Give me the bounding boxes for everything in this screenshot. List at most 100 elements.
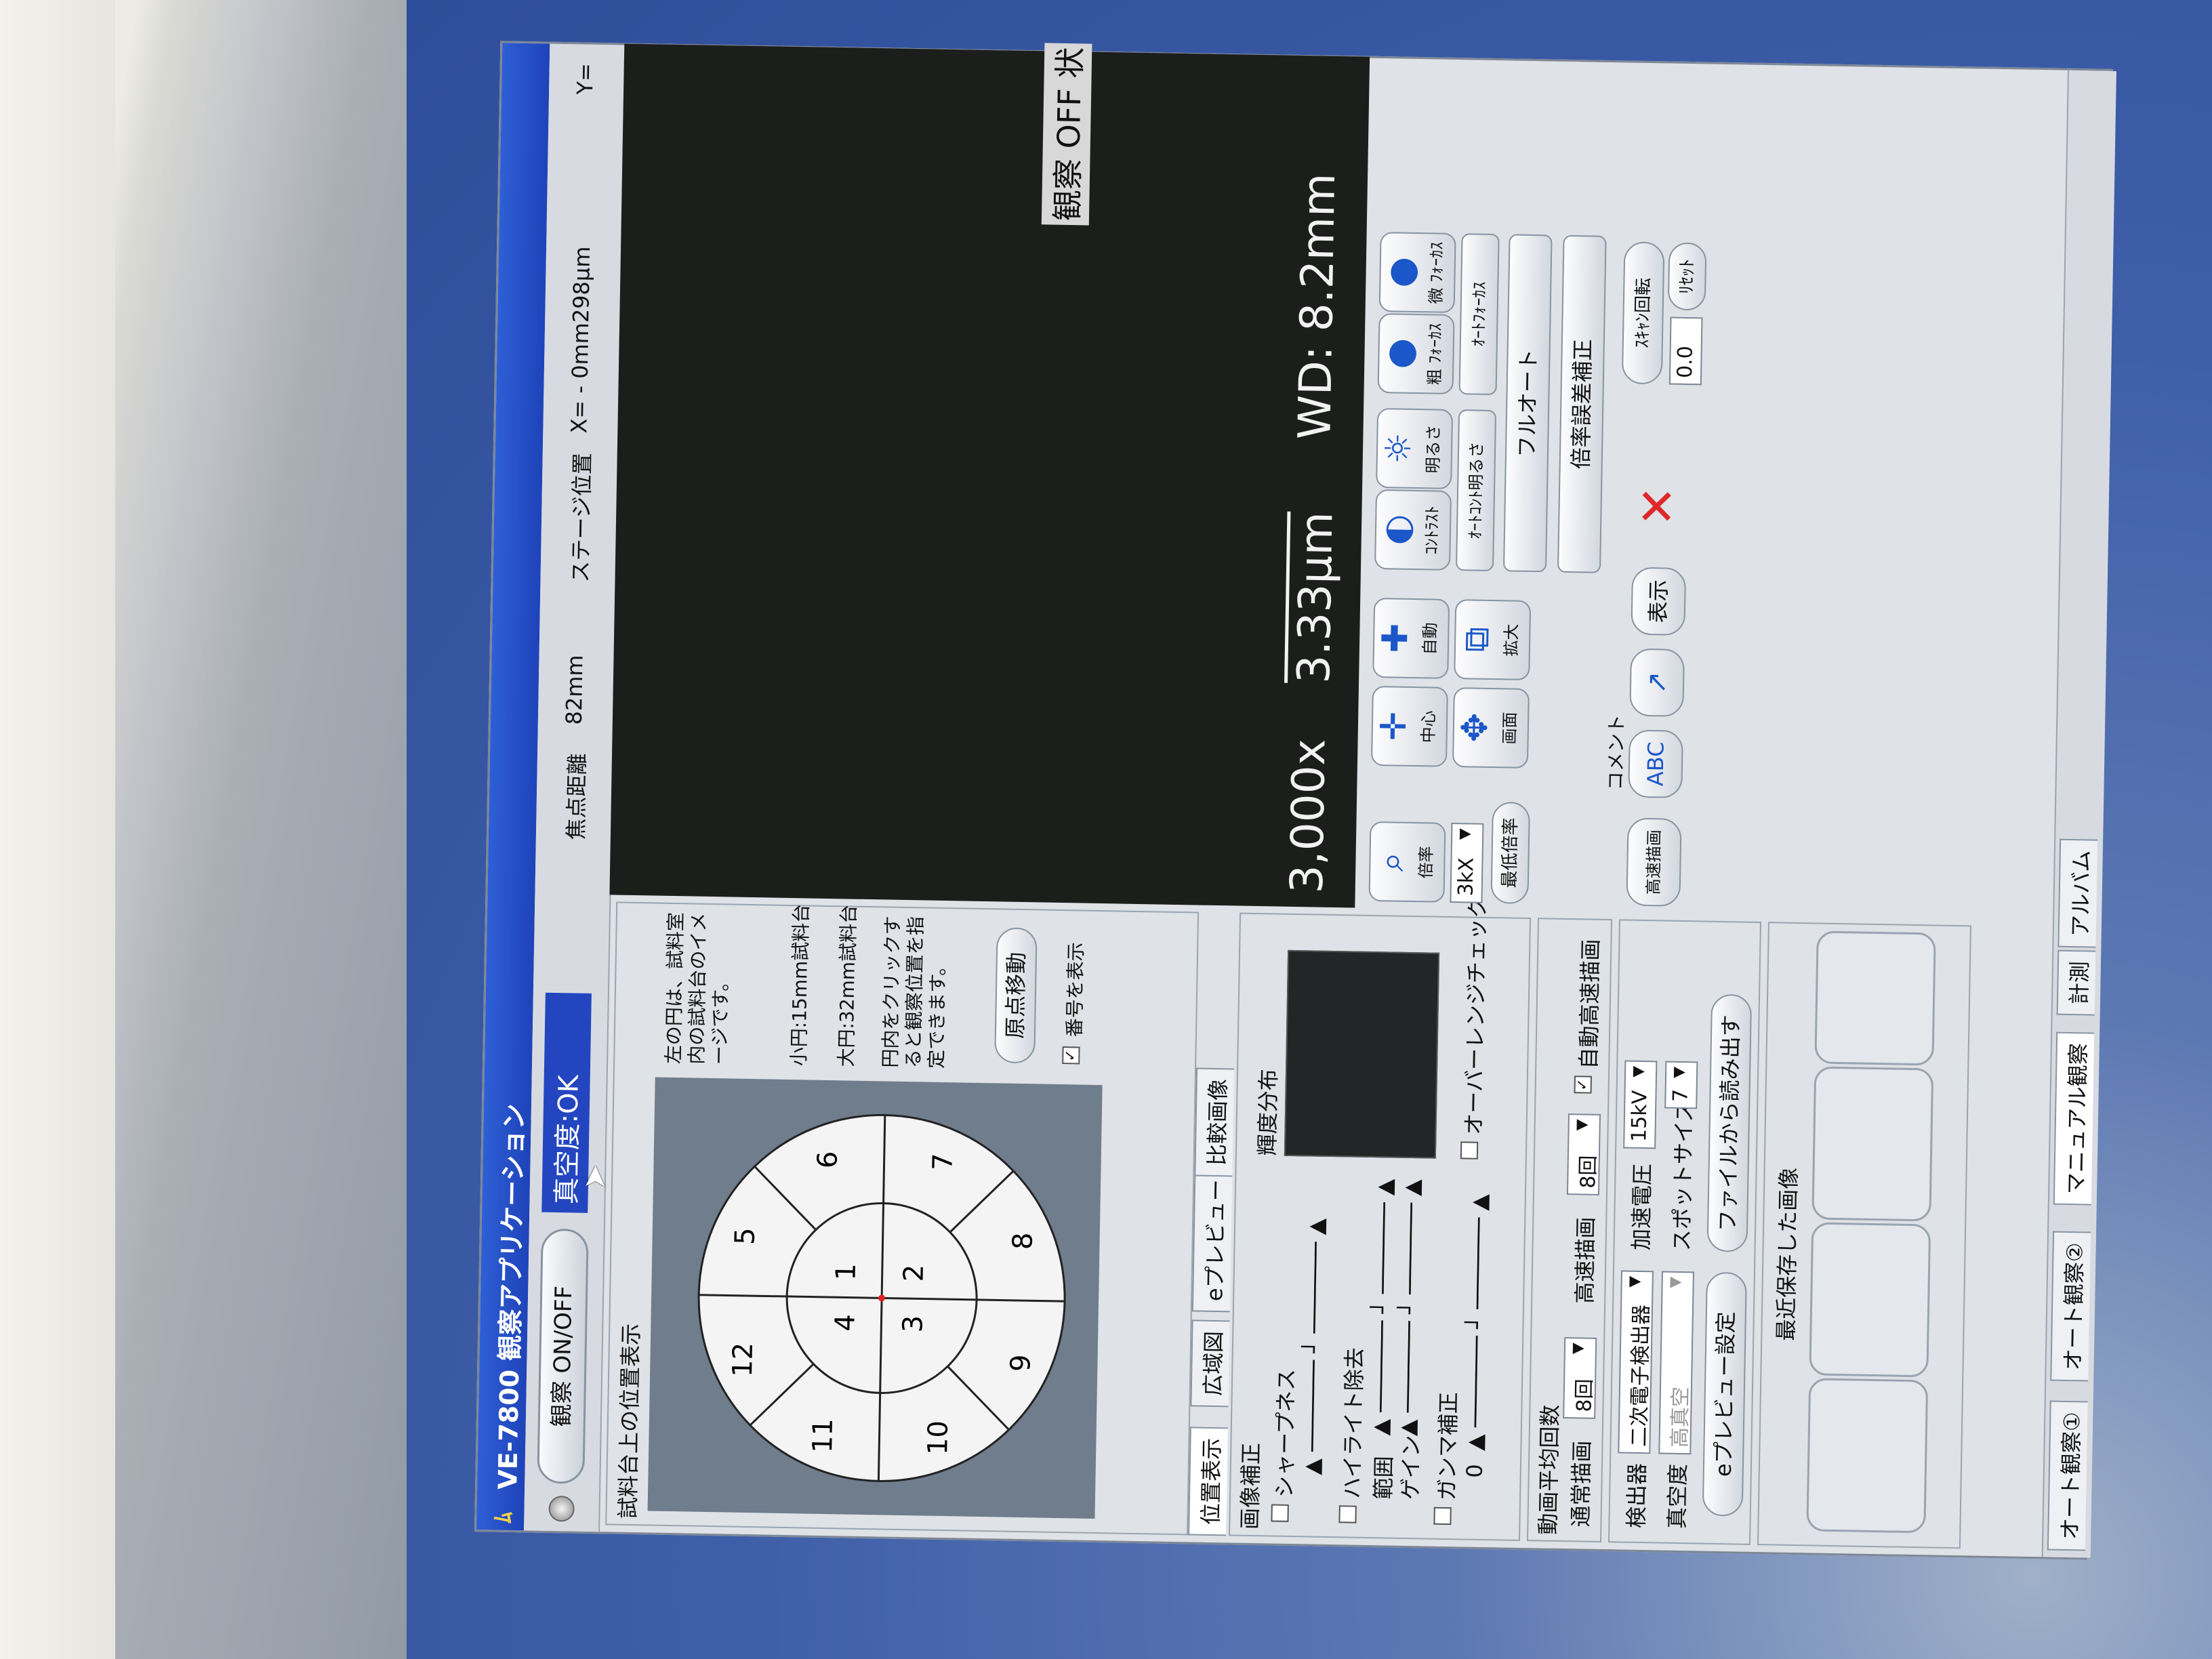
origin-move-button[interactable]: 原点移動	[994, 927, 1038, 1064]
observe-toggle-button[interactable]: 観察 ON/OFF	[537, 1228, 589, 1484]
zoom-button[interactable]: ⧉ 拡大	[1454, 599, 1532, 680]
normal-draw-label: 通常描画	[1568, 1440, 1595, 1528]
tab-compare-image[interactable]: 比較画像	[1194, 1067, 1235, 1177]
auto-fast-checkbox[interactable]: ✓	[1574, 1076, 1592, 1094]
sharpness-slider[interactable]: ▲ ─────── ┘ ─────── ▲	[1299, 1218, 1330, 1475]
tab-measure[interactable]: 計測	[2056, 949, 2096, 1016]
sem-image-view[interactable]: 観察 OFF 状 3,000x 3.33μm WD: 8.2mm	[609, 42, 1370, 908]
recent-images-title: 最近保存した画像	[1773, 1167, 1802, 1342]
rotated-screen: ﾑ VE-7800 観察アプリケーション 観察 ON/OFF 真空度:OK ➤ …	[474, 41, 2116, 1560]
overrange-checkbox[interactable]	[1460, 1141, 1479, 1160]
full-auto-button[interactable]: フルオート	[1502, 234, 1553, 573]
text-tool-button[interactable]: ABC	[1628, 729, 1683, 798]
mag-error-correct-button[interactable]: 倍率誤差補正	[1557, 234, 1607, 573]
auto-button[interactable]: ✚ 自動	[1372, 597, 1450, 679]
window-title: VE-7800 観察アプリケーション	[493, 1103, 530, 1490]
accel-voltage-select[interactable]: 15kV	[1623, 1060, 1658, 1149]
stage-y-prefix: Y=	[572, 62, 598, 95]
arrow-tool-button[interactable]: ↗	[1629, 648, 1685, 717]
recent-images-panel: 最近保存した画像	[1757, 922, 1971, 1549]
detector-label: 検出器	[1623, 1462, 1651, 1529]
move-icon: ✥	[1454, 712, 1496, 743]
gamma-slider[interactable]: ▲ ─────── ┘ ─────── ▲	[1462, 1194, 1492, 1451]
gain-label: ゲイン	[1397, 1435, 1425, 1500]
auto-contrast-brightness-button[interactable]: ｵｰﾄｺﾝﾄ明るさ	[1455, 409, 1497, 572]
stage-number-9: 9	[1005, 1354, 1036, 1372]
magnification-button[interactable]: ⌕ 倍率	[1368, 821, 1446, 903]
histogram-label: 輝度分布	[1254, 1069, 1282, 1156]
highlight-removal-checkbox[interactable]	[1338, 1505, 1357, 1523]
stage-number-8: 8	[1007, 1232, 1038, 1250]
normal-draw-select[interactable]: 8回	[1563, 1337, 1597, 1419]
magnification-select[interactable]: 3kX	[1450, 822, 1484, 903]
recent-thumb-3[interactable]	[1811, 1066, 1934, 1222]
auto-focus-button[interactable]: ｵｰﾄﾌｫｰｶｽ	[1458, 233, 1500, 396]
show-numbers-label: 番号を表示	[1063, 942, 1088, 1038]
reset-button[interactable]: ﾘｾｯﾄ	[1667, 242, 1707, 311]
vacuum-label: 真空度	[1664, 1463, 1692, 1530]
fast-draw-button[interactable]: 高速描画	[1626, 817, 1682, 907]
comment-label: コメント	[1604, 714, 1629, 791]
detector-select[interactable]: 二次電子検出器	[1618, 1270, 1654, 1454]
min-magnification-button[interactable]: 最低倍率	[1490, 802, 1531, 905]
close-icon[interactable]: ✕	[1629, 485, 1686, 527]
stage-position-label: ステージ位置	[567, 452, 596, 583]
tab-position-display[interactable]: 位置表示	[1188, 1427, 1228, 1536]
brightness-icon: ☼	[1378, 432, 1420, 465]
center-button[interactable]: ✛ 中心	[1370, 685, 1448, 767]
scale-bar-readout: 3.33μm	[1284, 511, 1343, 684]
brightness-button[interactable]: ☼ 明るさ	[1376, 407, 1454, 489]
frame-average-title: 動画平均回数	[1535, 1404, 1563, 1535]
recent-thumb-1[interactable]	[1806, 1378, 1929, 1534]
settings-panel: 検出器 二次電子検出器 加速電圧 15kV 真空度 高真空 スポットサイズ 7 …	[1607, 919, 1761, 1545]
magnification-icon: ⌕	[1371, 851, 1412, 872]
gamma-value: 0	[1461, 1464, 1488, 1479]
screen-move-button[interactable]: ✥ 画面	[1452, 687, 1530, 769]
control-panel: ⌕倍率 3kX 最低倍率 ✛中心 ✥画面 ✚自動 ⧉拡大 ◐ｺﾝﾄﾗｽﾄ ☼明る…	[1361, 57, 2061, 920]
stage-number-2: 2	[899, 1264, 930, 1282]
magnification-readout: 3,000x	[1280, 738, 1336, 894]
gamma-checkbox[interactable]	[1433, 1507, 1452, 1525]
range-slider[interactable]: ▲ ─────── ┘ ─────── ▲	[1368, 1179, 1398, 1435]
focus-distance-value: 82mm	[560, 655, 588, 725]
app-logo-icon: ﾑ	[490, 1511, 518, 1524]
tab-auto-observe-2[interactable]: オート観察②	[2050, 1231, 2091, 1382]
tab-wide-area[interactable]: 広域図	[1190, 1319, 1230, 1408]
tab-auto-observe-1[interactable]: オート観察①	[2047, 1400, 2088, 1551]
show-numbers-checkbox[interactable]: ✓	[1062, 1046, 1080, 1065]
stage-map[interactable]: 1 2 3 4 5 6 7 8 9 10 11 12	[647, 1077, 1103, 1519]
rotation-value-field[interactable]: 0.0	[1668, 316, 1703, 386]
accel-voltage-label: 加速電圧	[1628, 1163, 1656, 1251]
spot-size-select[interactable]: 7	[1664, 1061, 1698, 1109]
fine-focus-button[interactable]: ● 微 ﾌｫｰｶｽ	[1378, 232, 1456, 313]
frame-average-panel: 動画平均回数 通常描画 8回 高速描画 8回 ✓ 自動高速描画	[1526, 918, 1613, 1543]
epreview-settings-button[interactable]: eプレビュー設定	[1702, 1271, 1747, 1517]
zoom-icon: ⧉	[1456, 626, 1498, 653]
vacuum-select[interactable]: 高真空	[1658, 1271, 1694, 1455]
spot-size-label: スポットサイズ	[1668, 1099, 1698, 1252]
app-window: ﾑ VE-7800 観察アプリケーション 観察 ON/OFF 真空度:OK ➤ …	[474, 41, 2116, 1560]
gain-slider[interactable]: ▲ ─────── ┘ ─────── ▲	[1395, 1179, 1425, 1436]
stage-number-7: 7	[927, 1153, 958, 1170]
click-instruction: 円内をクリックすると観察位置を指定できます。	[879, 916, 949, 1069]
display-button[interactable]: 表示	[1631, 567, 1687, 636]
highlight-removal-label: ハイライト除去	[1339, 1347, 1368, 1499]
stage-description: 左の円は、試料室内の試料台のイメージです。	[662, 912, 733, 1065]
sharpness-checkbox[interactable]	[1271, 1504, 1289, 1522]
recent-thumb-2[interactable]	[1809, 1222, 1931, 1378]
focus-distance-label: 焦点距離	[562, 753, 591, 840]
contrast-button[interactable]: ◐ ｺﾝﾄﾗｽﾄ	[1374, 489, 1452, 571]
sharpness-label: シャープネス	[1271, 1368, 1300, 1498]
stage-position-panel: 試料台上の位置表示 1 2 3 4 5 6 7 8 9 10 11 12 左の円…	[605, 901, 1200, 1536]
recent-thumb-4[interactable]	[1814, 930, 1936, 1066]
fast-draw-select[interactable]: 8回	[1566, 1113, 1601, 1195]
stage-map-svg[interactable]: 1 2 3 4 5 6 7 8 9 10 11 12	[648, 1078, 1103, 1519]
tab-manual-observe[interactable]: マニュアル観察	[2053, 1031, 2095, 1206]
load-from-file-button[interactable]: ファイルから読み出す	[1706, 994, 1753, 1252]
observe-off-status: 観察 OFF 状	[1041, 42, 1092, 226]
tab-e-preview[interactable]: eプレビュー	[1191, 1168, 1233, 1313]
working-distance-readout: WD: 8.2mm	[1288, 172, 1346, 441]
scan-rotation-button[interactable]: ｽｷｬﾝ回転	[1621, 241, 1665, 385]
tab-album[interactable]: アルバム	[2057, 838, 2098, 948]
coarse-focus-button[interactable]: ● 粗 ﾌｫｰｶｽ	[1377, 313, 1455, 394]
